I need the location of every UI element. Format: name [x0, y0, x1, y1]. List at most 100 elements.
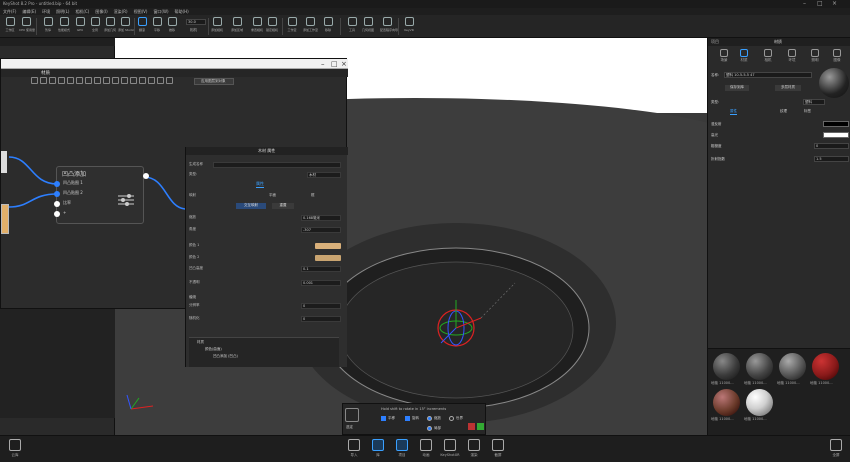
node-input-port[interactable] [54, 201, 60, 207]
tb-pause[interactable]: 暂停 [41, 17, 55, 36]
interactive-map-button[interactable]: 交互映射 [236, 203, 266, 209]
node-output-port[interactable] [143, 173, 149, 179]
transform-icon[interactable] [345, 408, 359, 422]
cloud-library-button[interactable]: 云库 [5, 439, 25, 458]
confirm-icon[interactable] [477, 423, 484, 430]
animation-button[interactable]: 动画 [416, 439, 436, 458]
diffuse-swatch[interactable] [823, 121, 849, 127]
graph-tool-icon[interactable] [94, 77, 101, 84]
tb-reset-camera[interactable]: 重置相机 [250, 17, 264, 36]
menu-view[interactable]: 视图(V) [134, 8, 148, 15]
roughness-input[interactable]: 0 [814, 143, 849, 149]
save-to-library-button[interactable]: 保存到库 [725, 85, 749, 91]
material-preview-ball[interactable] [819, 68, 849, 98]
specular-swatch[interactable] [823, 132, 849, 138]
graph-tool-icon[interactable] [67, 77, 74, 84]
graph-tool-icon[interactable] [166, 77, 173, 84]
rotate-checkbox[interactable] [405, 416, 410, 421]
float-maximize-icon[interactable]: □ [331, 60, 338, 68]
graph-tool-icon[interactable] [157, 77, 164, 84]
tb-add-geometry[interactable]: 添加几何 [103, 17, 117, 36]
node-input-port[interactable] [54, 181, 60, 187]
graph-tool-icon[interactable] [139, 77, 146, 84]
graph-tool-icon[interactable] [121, 77, 128, 84]
menu-help[interactable]: 帮助(H) [175, 8, 189, 15]
node-input-port[interactable] [54, 191, 60, 197]
subtab-label[interactable]: 标签 [804, 109, 811, 114]
multi-material-button[interactable]: 多层材质 [775, 85, 801, 91]
tb-global[interactable]: 全局 [88, 17, 102, 36]
bump-height-input[interactable]: 0.1 [301, 266, 341, 272]
graph-tool-icon[interactable] [148, 77, 155, 84]
float-minimize-icon[interactable]: – [321, 60, 325, 68]
apply-layer-button[interactable]: 应用图层到对象 [194, 78, 234, 85]
close-icon[interactable]: × [832, 0, 837, 7]
ior-input[interactable]: 1.5 [814, 156, 849, 162]
tb-workspace[interactable]: 工作区 [3, 17, 17, 36]
import-button[interactable]: 导入 [344, 439, 364, 458]
library-ball[interactable] [713, 389, 740, 416]
tb-geometry-view[interactable]: 几何视图 [361, 17, 375, 36]
menu-file[interactable]: 文件(F) [3, 8, 16, 15]
maximize-icon[interactable]: □ [817, 0, 823, 7]
library-ball[interactable] [779, 353, 806, 380]
fov-input[interactable]: 30.0 [186, 19, 206, 25]
name-input[interactable] [213, 162, 341, 168]
menu-lighting[interactable]: 照明(L) [56, 8, 69, 15]
input-node-stub[interactable] [1, 204, 9, 234]
tb-pan[interactable]: 平移 [150, 17, 164, 36]
translate-checkbox[interactable] [381, 416, 386, 421]
type-select[interactable]: 木材 [307, 172, 341, 178]
graph-tool-icon[interactable] [112, 77, 119, 84]
graph-tool-icon[interactable] [49, 77, 56, 84]
tb-tumble[interactable]: 翻滚 [135, 17, 149, 36]
tab-image[interactable]: 图像 [827, 49, 847, 63]
graph-tool-icon[interactable] [40, 77, 47, 84]
tb-add-camera[interactable]: 添加相机 [210, 17, 224, 36]
tb-cpu[interactable]: CPU 使用量 [19, 17, 35, 36]
local-radio[interactable] [427, 426, 432, 431]
tb-configurator[interactable]: 配置程序向导 [380, 17, 398, 36]
tb-remove[interactable]: 移除 [321, 17, 335, 36]
material-type-select[interactable]: 塑料 [803, 99, 825, 105]
color1-swatch[interactable] [315, 243, 341, 249]
menu-image[interactable]: 图像(I) [95, 8, 107, 15]
tb-keyvr[interactable]: KeyVR [402, 17, 416, 36]
graph-tool-icon[interactable] [130, 77, 137, 84]
graph-tool-icon[interactable] [85, 77, 92, 84]
minimize-icon[interactable]: – [803, 0, 806, 7]
library-ball[interactable] [746, 389, 773, 416]
angle-input[interactable]: -307 [301, 227, 341, 233]
cancel-icon[interactable] [468, 423, 475, 430]
material-graph-window[interactable]: – □ × 材质 应用图层到对象 凹凸添加 凹凸贴图 1 凹凸贴图 2 比率 +… [0, 58, 348, 367]
tab-properties[interactable]: 属性 [256, 181, 264, 188]
scale-input[interactable]: 0.168毫米 [301, 215, 341, 221]
tb-add-studio2[interactable]: 添加工作室 [303, 17, 318, 36]
tb-gpu[interactable]: GPU [73, 17, 87, 36]
graph-tool-icon[interactable] [76, 77, 83, 84]
float-close-icon[interactable]: × [341, 60, 347, 68]
fullscreen-button[interactable]: 全屏 [826, 439, 846, 458]
tree-item[interactable]: 材质 [197, 340, 339, 345]
menu-camera[interactable]: 相机(C) [75, 8, 89, 15]
map-box[interactable]: 框 [311, 193, 315, 198]
project-button[interactable]: 项目 [392, 439, 412, 458]
menu-environment[interactable]: 环境 [42, 8, 50, 15]
material-name-input[interactable]: 塑料 10-5-5-5 47 [724, 72, 812, 78]
opacity-input[interactable]: 0.001 [301, 280, 341, 286]
tab-camera[interactable]: 相机 [758, 49, 778, 63]
color2-swatch[interactable] [315, 255, 341, 261]
keyshotxr-button[interactable]: KeyShotXR [440, 439, 460, 457]
library-ball[interactable] [746, 353, 773, 380]
section-wrap[interactable]: 缠绕 [189, 295, 196, 300]
node-input-port[interactable] [54, 211, 60, 217]
reset-button[interactable]: 重置 [272, 203, 294, 209]
tree-item[interactable]: 凹凸添加 (凹凸) [213, 354, 339, 359]
menu-render[interactable]: 渲染(R) [114, 8, 128, 15]
map-planar[interactable]: 平面 [269, 193, 276, 198]
subtab-properties[interactable]: 属性 [730, 109, 737, 115]
menu-window[interactable]: 窗口(W) [153, 8, 168, 15]
graph-tool-icon[interactable] [103, 77, 110, 84]
tab-lighting[interactable]: 照明 [805, 49, 825, 63]
tb-tools[interactable]: 工具 [345, 17, 359, 36]
